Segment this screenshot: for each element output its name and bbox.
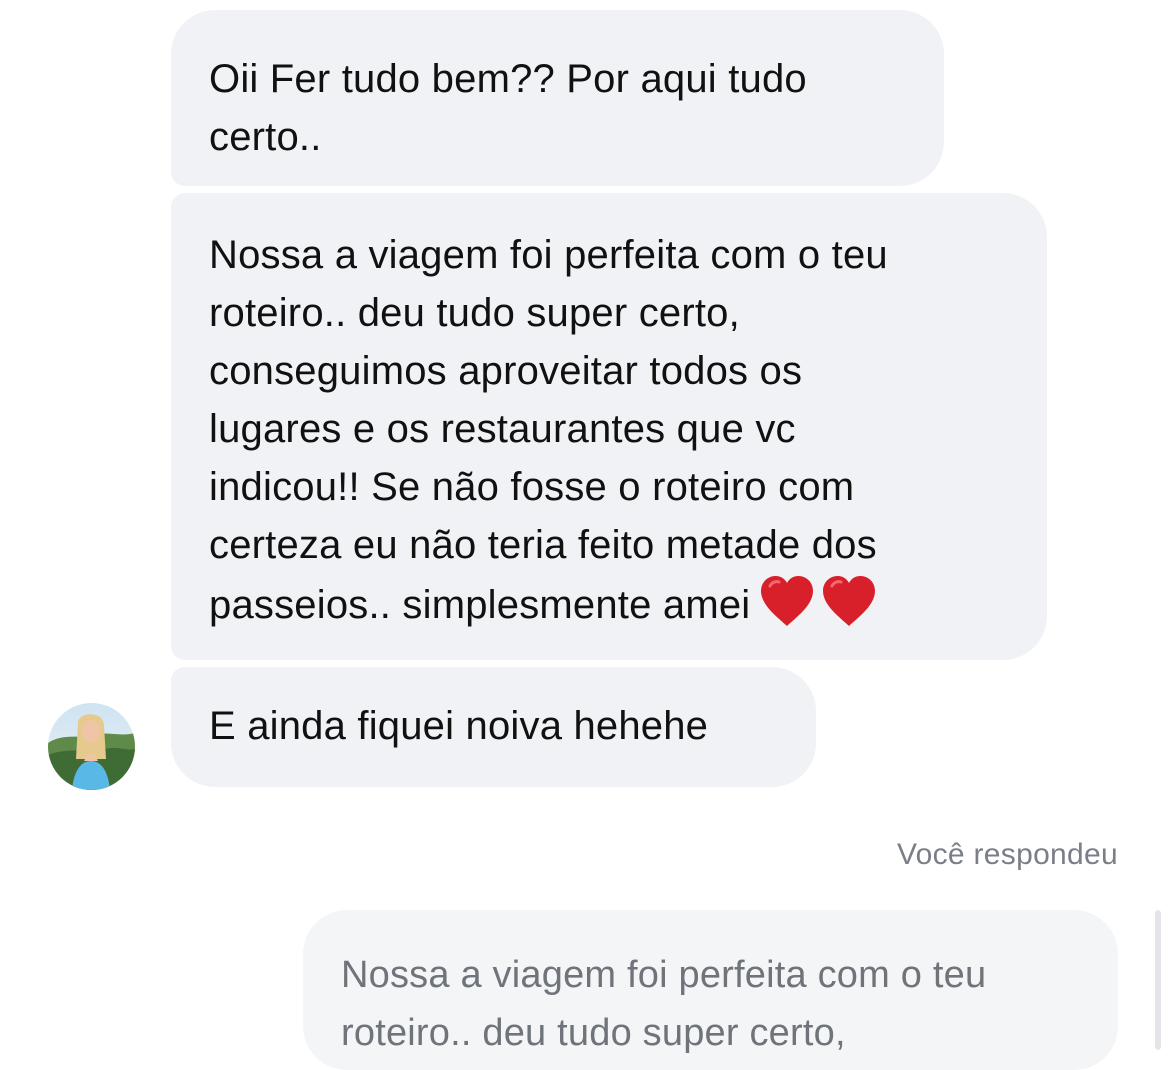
replied-message-preview[interactable]: Nossa a viagem foi perfeita com o teu ro… xyxy=(303,910,1118,1070)
reply-indicator-bar xyxy=(1155,910,1161,1050)
message-text: Nossa a viagem foi perfeita com o teu ro… xyxy=(209,233,888,627)
quoted-text: Nossa a viagem foi perfeita com o teu ro… xyxy=(341,954,987,1054)
profile-photo-icon xyxy=(48,703,135,790)
hearts-emoji xyxy=(758,574,878,628)
incoming-message[interactable]: E ainda fiquei noiva hehehe xyxy=(171,667,816,787)
reply-label: Você respondeu xyxy=(896,838,1118,871)
red-heart-icon xyxy=(823,576,876,626)
incoming-message[interactable]: Nossa a viagem foi perfeita com o teu ro… xyxy=(171,193,1047,660)
incoming-message[interactable]: Oii Fer tudo bem?? Por aqui tudo certo.. xyxy=(171,10,944,186)
avatar[interactable] xyxy=(48,703,135,790)
red-heart-icon xyxy=(761,576,814,626)
message-text: Oii Fer tudo bem?? Por aqui tudo certo.. xyxy=(209,57,807,159)
message-text: E ainda fiquei noiva hehehe xyxy=(209,704,709,748)
